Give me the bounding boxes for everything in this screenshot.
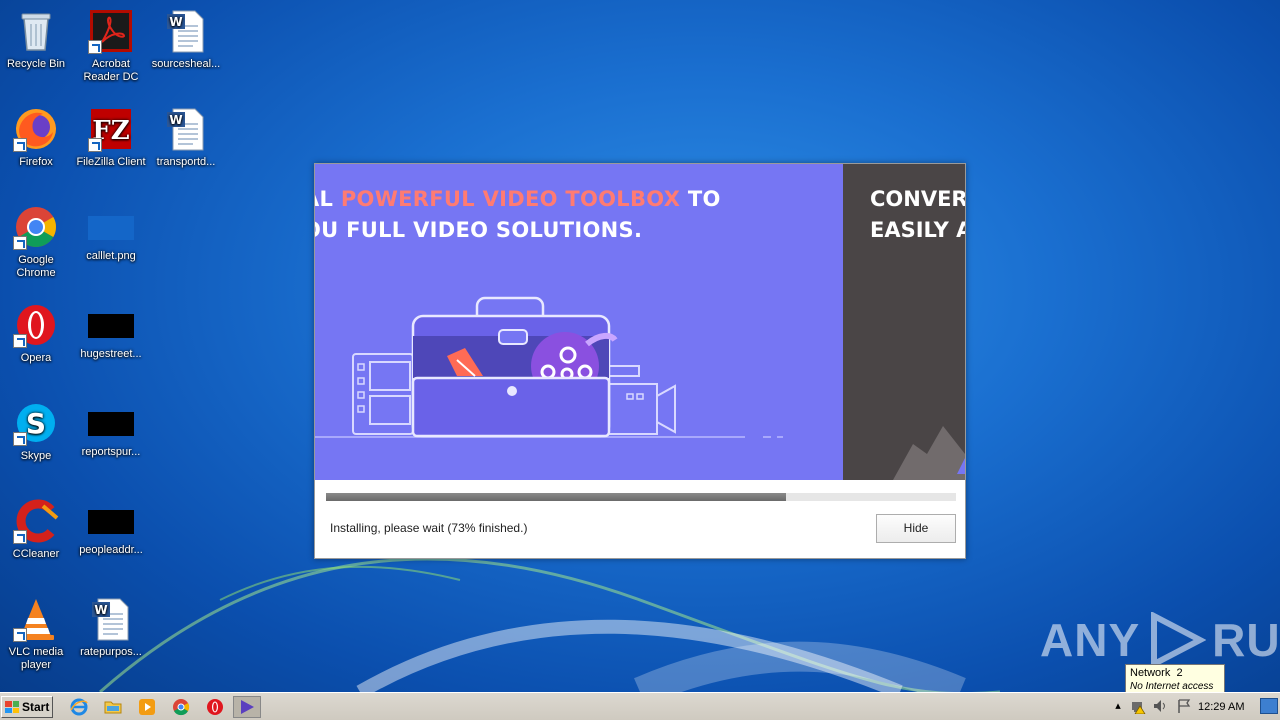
desktop-icon-vlc[interactable]: VLC media player	[0, 596, 74, 672]
anyrun-watermark: ANY RUN	[1040, 612, 1280, 668]
headline-line2: OU FULL VIDEO SOLUTIONS.	[315, 218, 643, 242]
desktop-icon-label: FileZilla Client	[76, 156, 146, 168]
desktop-icon-label: sourcesheal...	[151, 58, 221, 70]
opera-icon	[207, 699, 223, 715]
start-button[interactable]: Start	[1, 696, 53, 718]
side-headline-line2: EASILY AI	[870, 218, 965, 242]
desktop-file-ratepurpos[interactable]: W ratepurpos...	[73, 596, 149, 659]
file-thumbnail	[88, 412, 134, 436]
desktop-icon-label: ratepurpos...	[80, 646, 142, 658]
shortcut-arrow-icon	[13, 628, 27, 642]
start-label: Start	[22, 700, 50, 714]
desktop-icon-label: Skype	[20, 450, 52, 462]
play-app-icon	[241, 700, 254, 714]
desktop-icon-opera[interactable]: Opera	[0, 302, 74, 365]
watermark-text-left: ANY	[1040, 614, 1141, 666]
install-status-text: Installing, please wait (73% finished.)	[330, 521, 528, 535]
install-progress-bar	[326, 493, 956, 501]
network-tooltip: Network 2 No Internet access	[1125, 664, 1225, 695]
media-player-icon	[139, 699, 155, 715]
file-thumbnail	[88, 510, 134, 534]
shortcut-arrow-icon	[13, 432, 27, 446]
desktop-icon-label: peopleaddr...	[79, 544, 143, 556]
desktop-icon-google-chrome[interactable]: Google Chrome	[0, 204, 74, 280]
desktop-icon-label: Firefox	[19, 156, 53, 168]
volume-icon[interactable]	[1152, 698, 1168, 714]
desktop-icon-label: VLC media player	[8, 646, 64, 671]
headline-suffix: TO	[680, 187, 721, 211]
windows-logo-icon	[5, 701, 19, 713]
side-headline-line1: CONVERT	[870, 187, 965, 211]
taskbar-installer-app[interactable]	[233, 696, 261, 718]
word-document-icon: W	[92, 598, 129, 641]
internet-explorer-icon	[70, 698, 88, 716]
desktop-icon-label: transportd...	[156, 156, 216, 168]
desktop-icon-label: hugestreet...	[80, 348, 142, 360]
desktop-icon-label: Opera	[20, 352, 52, 364]
toolbox-illustration	[315, 296, 783, 438]
svg-text:W: W	[94, 603, 107, 617]
tooltip-title: Network 2	[1130, 667, 1183, 679]
tray-expand-icon[interactable]: ▴	[1110, 698, 1126, 714]
image-thumbnail	[88, 216, 134, 240]
desktop-icon-ccleaner[interactable]: CCleaner	[0, 498, 74, 561]
watermark-text-right: RUN	[1212, 614, 1280, 666]
shortcut-arrow-icon	[88, 40, 102, 54]
headline-prefix: AL	[315, 187, 334, 211]
desktop-icon-label: Google Chrome	[16, 254, 56, 279]
taskbar-file-explorer[interactable]	[103, 697, 123, 717]
action-center-flag-icon[interactable]	[1176, 698, 1192, 714]
side-decoration	[893, 426, 965, 480]
word-document-icon: W	[167, 108, 204, 151]
banner-headline: AL POWERFUL VIDEO TOOLBOX TO OU FULL VID…	[315, 184, 721, 246]
desktop-icon-label: Recycle Bin	[6, 58, 66, 70]
shortcut-arrow-icon	[13, 138, 27, 152]
taskbar: Start ▴ 12:29 AM	[0, 692, 1280, 720]
install-progress-fill	[326, 493, 786, 501]
chrome-icon	[173, 699, 190, 716]
hide-button[interactable]: Hide	[876, 514, 956, 543]
taskbar-chrome[interactable]	[171, 697, 191, 717]
desktop-icon-acrobat-reader[interactable]: Acrobat Reader DC	[73, 8, 149, 84]
show-desktop-button[interactable]	[1260, 698, 1278, 714]
network-warning-icon[interactable]	[1130, 698, 1146, 714]
desktop-icon-firefox[interactable]: Firefox	[0, 106, 74, 169]
shortcut-arrow-icon	[13, 236, 27, 250]
desktop-file-transportd[interactable]: W transportd...	[148, 106, 224, 169]
taskbar-clock[interactable]: 12:29 AM	[1198, 701, 1244, 713]
banner-side-panel: CONVERT EASILY AI	[843, 164, 965, 480]
headline-highlight: POWERFUL VIDEO TOOLBOX	[340, 187, 681, 211]
installer-banner: AL POWERFUL VIDEO TOOLBOX TO OU FULL VID…	[315, 164, 965, 480]
svg-text:W: W	[169, 113, 182, 127]
desktop-file-reportspur[interactable]: reportspur...	[73, 400, 149, 459]
taskbar-internet-explorer[interactable]	[69, 697, 89, 717]
desktop-file-hugestreet[interactable]: hugestreet...	[73, 302, 149, 361]
side-headline: CONVERT EASILY AI	[870, 184, 965, 246]
recycle-bin-icon	[21, 13, 51, 51]
word-document-icon: W	[167, 10, 204, 53]
desktop-file-sourcesheal[interactable]: W sourcesheal...	[148, 8, 224, 71]
desktop-icon-filezilla[interactable]: FZ FileZilla Client	[73, 106, 149, 169]
taskbar-opera[interactable]	[205, 697, 225, 717]
desktop-file-peopleaddr[interactable]: peopleaddr...	[73, 498, 149, 557]
shortcut-arrow-icon	[88, 138, 102, 152]
play-logo-icon	[1151, 612, 1207, 668]
shortcut-arrow-icon	[13, 334, 27, 348]
taskbar-media-player[interactable]	[137, 697, 157, 717]
desktop-icon-label: reportspur...	[81, 446, 141, 458]
desktop-file-calllet[interactable]: calllet.png	[73, 204, 149, 263]
installer-window: AL POWERFUL VIDEO TOOLBOX TO OU FULL VID…	[314, 163, 966, 559]
desktop-icon-recycle-bin[interactable]: Recycle Bin	[0, 8, 74, 71]
svg-text:W: W	[169, 15, 182, 29]
desktop-icon-label: Acrobat Reader DC	[83, 58, 139, 83]
shortcut-arrow-icon	[13, 530, 27, 544]
svg-text:S: S	[26, 407, 46, 440]
desktop-icon-skype[interactable]: S Skype	[0, 400, 74, 463]
folder-icon	[104, 701, 122, 714]
file-thumbnail	[88, 314, 134, 338]
desktop-icon-label: calllet.png	[86, 250, 136, 262]
desktop-icon-label: CCleaner	[12, 548, 60, 560]
